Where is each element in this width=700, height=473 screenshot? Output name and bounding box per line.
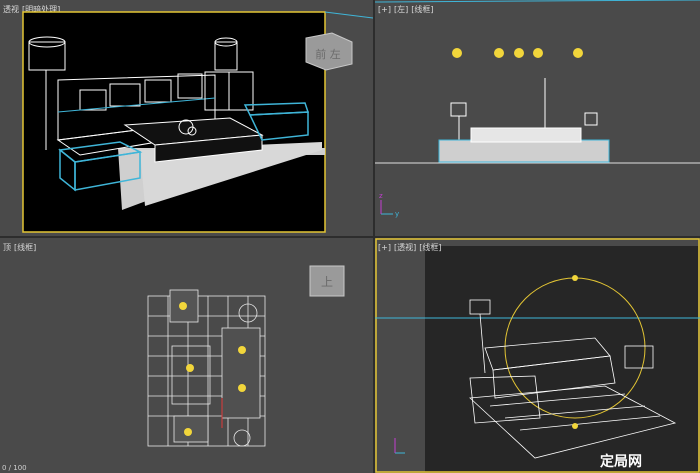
viewcube[interactable]: 前 左 (305, 32, 353, 71)
light-icon (452, 48, 583, 58)
viewport-menu-button[interactable]: [+] (378, 243, 391, 252)
svg-text:z: z (379, 192, 383, 200)
viewport-perspective-wireframe[interactable]: 定局网 [+] [透视] [线框] (375, 238, 700, 473)
perspective-wire-render: 定局网 (375, 238, 700, 473)
viewport-perspective-shaded[interactable]: 透视 [明暗处理] 前 左 (0, 0, 373, 236)
viewport-top[interactable]: 顶 [线框] 上 (0, 238, 373, 473)
viewcube[interactable]: 上 (309, 265, 345, 297)
shading-mode-label[interactable]: [线框] (419, 243, 441, 252)
3ds-max-four-viewport-layout: 透视 [明暗处理] 前 左 [+] [左] [线框] y z 顶 [线框] 上 … (0, 0, 700, 473)
perspective-render: 前 左 (22, 11, 373, 233)
viewcube-face-label: 上 (321, 275, 333, 289)
status-bar-text: 0 / 100 (2, 464, 27, 472)
viewport-left[interactable]: [+] [左] [线框] y z (375, 0, 700, 236)
viewcube-face-label[interactable]: 前 左 (315, 47, 341, 61)
viewport-divider-horizontal[interactable] (0, 236, 700, 238)
top-view-render: 上 (147, 265, 345, 447)
axis-gizmo-icon (394, 438, 405, 454)
watermark-text: 定局网 (600, 453, 642, 470)
view-name-label[interactable]: [透视] (394, 243, 416, 252)
svg-text:y: y (395, 210, 399, 218)
axis-gizmo-icon: y z (379, 192, 399, 218)
viewport-label[interactable]: [+] [透视] [线框] (378, 242, 444, 253)
left-view-render: y z (375, 0, 700, 218)
